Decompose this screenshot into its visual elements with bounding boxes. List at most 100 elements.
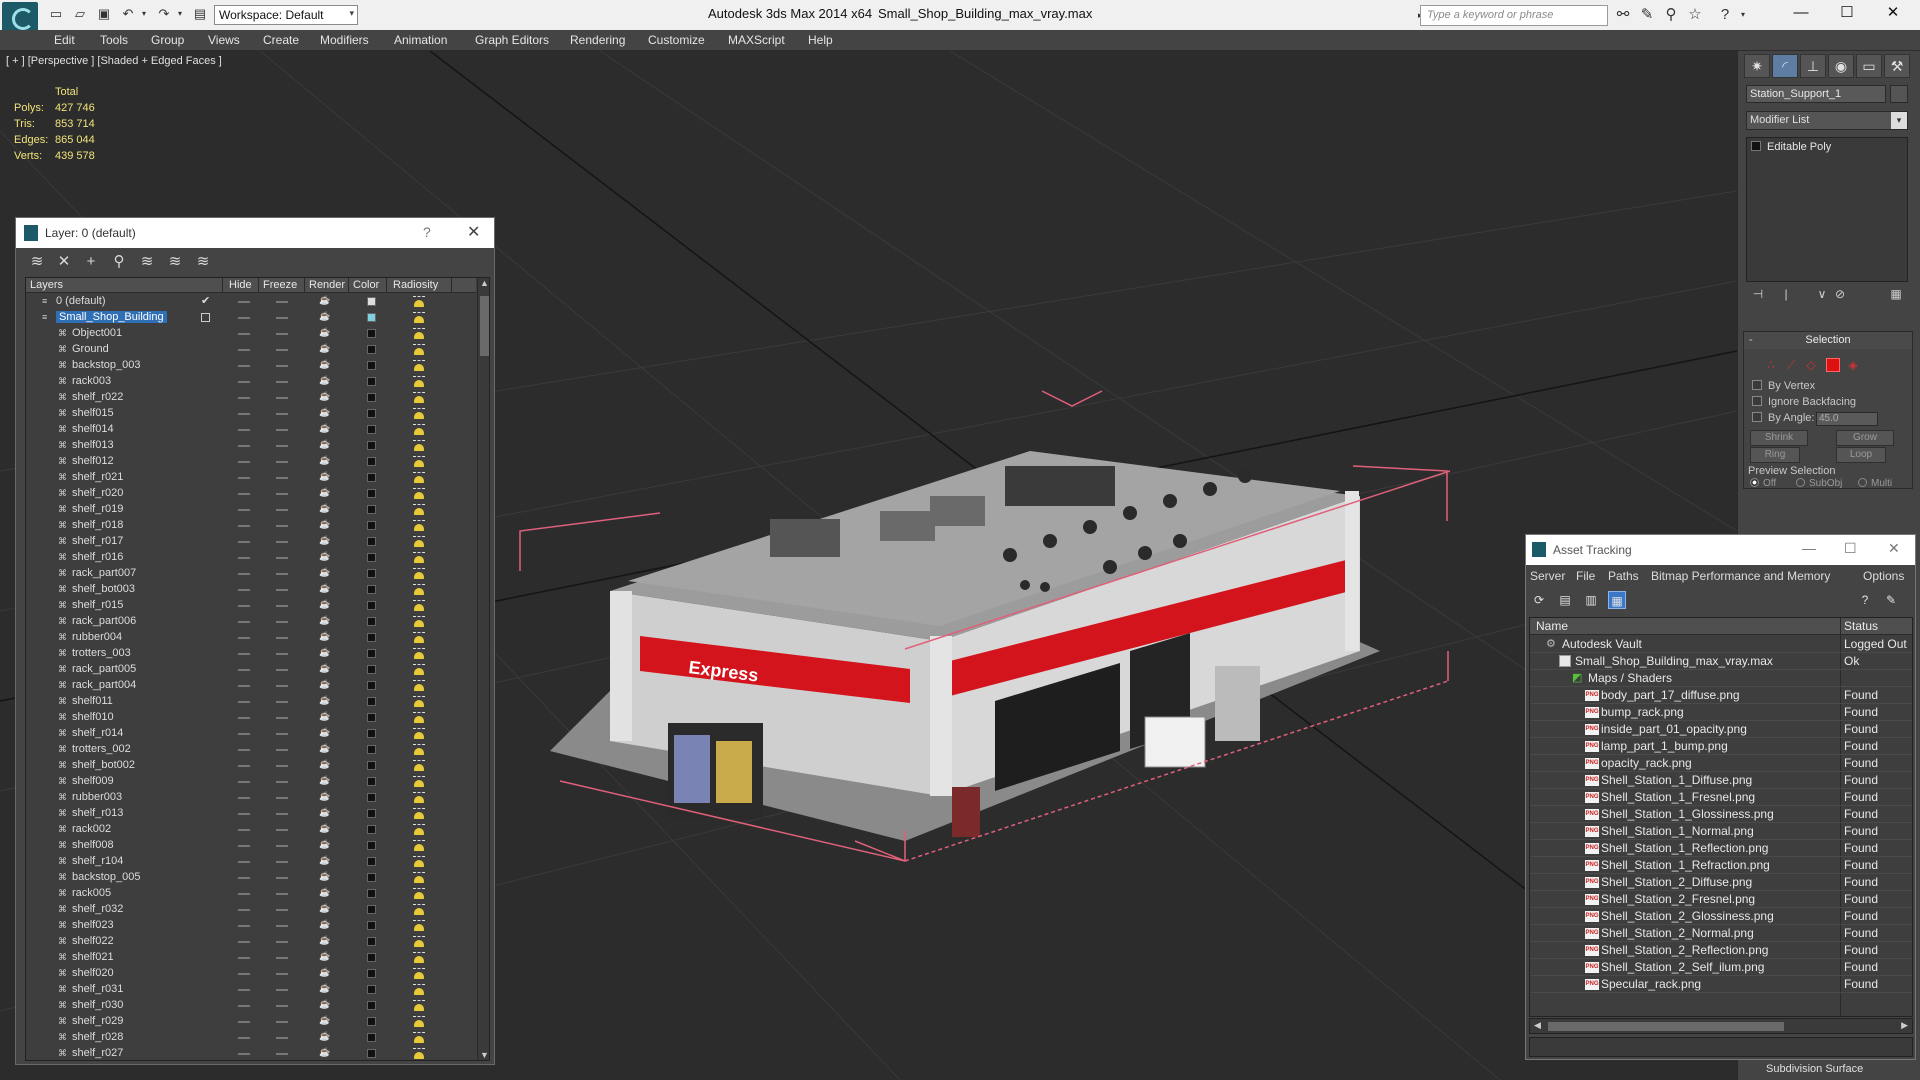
radiosity-icon[interactable]	[412, 1032, 425, 1044]
radiosity-icon[interactable]	[412, 360, 425, 372]
radiosity-icon[interactable]	[412, 808, 425, 820]
layer-row[interactable]: ⌘ trotters_003 ☕	[26, 646, 476, 662]
layer-name[interactable]: shelf_r022	[72, 391, 123, 403]
highlight-editable-icon[interactable]: ✎	[1882, 591, 1900, 609]
freeze-toggle[interactable]	[276, 573, 288, 575]
select-objects-icon[interactable]: ⚲	[108, 251, 130, 273]
layer-row[interactable]: ⌘ shelf015 ☕	[26, 406, 476, 422]
freeze-toggle[interactable]	[276, 845, 288, 847]
freeze-toggle[interactable]	[276, 1037, 288, 1039]
object-color-swatch[interactable]	[1890, 85, 1908, 103]
workspace-select[interactable]: Workspace: Default ▾	[214, 5, 358, 25]
layer-row[interactable]: ⌘ rubber004 ☕	[26, 630, 476, 646]
layer-color-swatch[interactable]	[367, 297, 376, 306]
render-teapot-icon[interactable]: ☕	[319, 999, 331, 1011]
hide-toggle[interactable]	[238, 941, 250, 943]
undo-dropdown-icon[interactable]: ▾	[136, 7, 152, 21]
create-layer-icon[interactable]: ≋	[26, 251, 48, 273]
open-file-icon[interactable]: ▱	[72, 7, 88, 21]
hide-toggle[interactable]	[238, 333, 250, 335]
ring-button[interactable]: Ring	[1750, 447, 1800, 463]
freeze-toggle[interactable]	[276, 653, 288, 655]
layer-name[interactable]: shelf023	[72, 919, 114, 931]
radiosity-icon[interactable]	[412, 536, 425, 548]
radiosity-icon[interactable]	[412, 696, 425, 708]
hide-toggle[interactable]	[238, 925, 250, 927]
minimize-button[interactable]: —	[1802, 540, 1816, 556]
hierarchy-tab-icon[interactable]: ⊥	[1800, 54, 1826, 78]
layer-name[interactable]: shelf_r021	[72, 471, 123, 483]
radiosity-icon[interactable]	[412, 744, 425, 756]
layer-row[interactable]: ⌘ shelf_r029 ☕	[26, 1014, 476, 1030]
motion-tab-icon[interactable]: ◉	[1828, 54, 1854, 78]
hide-toggle[interactable]	[238, 765, 250, 767]
column-layers[interactable]: Layers	[30, 279, 63, 291]
maximize-button[interactable]: ☐	[1844, 540, 1857, 557]
layer-name[interactable]: shelf_bot002	[72, 759, 135, 771]
redo-icon[interactable]: ↷	[156, 7, 172, 21]
preview-subobj-radio[interactable]: SubObj	[1796, 478, 1842, 489]
layer-row[interactable]: ⌘ shelf009 ☕	[26, 774, 476, 790]
layer-row[interactable]: ⌘ shelf010 ☕	[26, 710, 476, 726]
preview-off-radio[interactable]: Off	[1750, 478, 1776, 489]
layer-name[interactable]: shelf_bot003	[72, 583, 135, 595]
freeze-toggle[interactable]	[276, 893, 288, 895]
layer-name[interactable]: shelf_r029	[72, 1015, 123, 1027]
hide-toggle[interactable]	[238, 1037, 250, 1039]
layer-name[interactable]: backstop_005	[72, 871, 141, 883]
render-teapot-icon[interactable]: ☕	[319, 791, 331, 803]
hide-toggle[interactable]	[238, 1021, 250, 1023]
scroll-thumb[interactable]	[480, 296, 489, 356]
column-render[interactable]: Render	[309, 279, 345, 291]
asset-row[interactable]: PNG Shell_Station_2_Normal.png Found	[1530, 925, 1912, 942]
layer-color-swatch[interactable]	[367, 937, 376, 946]
radiosity-icon[interactable]	[412, 312, 425, 324]
column-status[interactable]: Status	[1844, 619, 1878, 633]
freeze-toggle[interactable]	[276, 445, 288, 447]
render-teapot-icon[interactable]: ☕	[319, 903, 331, 915]
freeze-toggle[interactable]	[276, 541, 288, 543]
radiosity-icon[interactable]	[412, 296, 425, 308]
layer-name[interactable]: shelf_r030	[72, 999, 123, 1011]
freeze-toggle[interactable]	[276, 797, 288, 799]
stack-item-editable-poly[interactable]: Editable Poly	[1751, 141, 1831, 153]
layer-row[interactable]: ⌘ shelf_r016 ☕	[26, 550, 476, 566]
refresh-icon[interactable]: ⟳	[1530, 591, 1548, 609]
utilities-tab-icon[interactable]: ⚒	[1884, 54, 1910, 78]
loop-button[interactable]: Loop	[1836, 447, 1886, 463]
freeze-toggle[interactable]	[276, 925, 288, 927]
hide-toggle[interactable]	[238, 797, 250, 799]
layer-row[interactable]: ⌘ shelf_r027 ☕	[26, 1046, 476, 1060]
radiosity-icon[interactable]	[412, 520, 425, 532]
render-teapot-icon[interactable]: ☕	[319, 823, 331, 835]
hide-all-layers-icon[interactable]: ≋	[164, 251, 186, 273]
layer-color-swatch[interactable]	[367, 873, 376, 882]
layer-color-swatch[interactable]	[367, 377, 376, 386]
layer-row[interactable]: ⌘ shelf_r031 ☕	[26, 982, 476, 998]
render-teapot-icon[interactable]: ☕	[319, 375, 331, 387]
render-teapot-icon[interactable]: ☕	[319, 743, 331, 755]
layer-row[interactable]: ⌘ rubber003 ☕	[26, 790, 476, 806]
render-teapot-icon[interactable]: ☕	[319, 311, 331, 323]
show-end-result-icon[interactable]: |	[1778, 287, 1794, 303]
freeze-toggle[interactable]	[276, 509, 288, 511]
freeze-all-layers-icon[interactable]: ≋	[192, 251, 214, 273]
border-mode-icon[interactable]: ◇	[1804, 358, 1818, 372]
hide-toggle[interactable]	[238, 509, 250, 511]
layer-color-swatch[interactable]	[367, 585, 376, 594]
radiosity-icon[interactable]	[412, 552, 425, 564]
menu-paths[interactable]: Paths	[1608, 569, 1639, 583]
by-vertex-checkbox[interactable]: By Vertex	[1752, 380, 1815, 392]
layer-color-swatch[interactable]	[367, 969, 376, 978]
menu-help[interactable]: Help	[808, 33, 833, 47]
maximize-button[interactable]: ☐	[1824, 0, 1870, 28]
hide-toggle[interactable]	[238, 573, 250, 575]
freeze-toggle[interactable]	[276, 333, 288, 335]
layer-color-swatch[interactable]	[367, 617, 376, 626]
render-teapot-icon[interactable]: ☕	[319, 551, 331, 563]
render-teapot-icon[interactable]: ☕	[319, 359, 331, 371]
layer-row[interactable]: ⌘ backstop_005 ☕	[26, 870, 476, 886]
selection-rollout-title[interactable]: Selection	[1744, 332, 1912, 349]
freeze-toggle[interactable]	[276, 637, 288, 639]
radiosity-icon[interactable]	[412, 712, 425, 724]
